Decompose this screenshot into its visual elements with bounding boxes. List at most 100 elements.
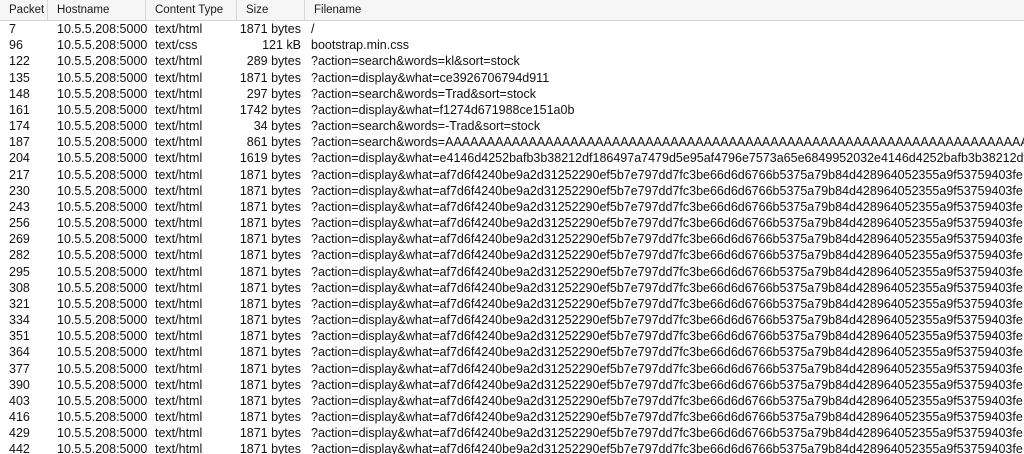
cell-filename: ?action=display&what=af7d6f4240be9a2d312…	[311, 329, 1023, 344]
cell-filename: ?action=display&what=af7d6f4240be9a2d312…	[311, 183, 1023, 198]
cell-filename: ?action=display&what=af7d6f4240be9a2d312…	[311, 361, 1023, 376]
cell-packet: 295	[9, 264, 30, 279]
column-header-size[interactable]: Size	[237, 0, 305, 20]
cell-packet: 243	[9, 199, 30, 214]
cell-packet: 230	[9, 183, 30, 198]
cell-filename: ?action=display&what=af7d6f4240be9a2d312…	[311, 313, 1023, 328]
column-header-content-type[interactable]: Content Type	[146, 0, 237, 20]
table-row[interactable]: 256 10.5.5.208:5000 text/html 1871 bytes ?ac…	[0, 215, 1024, 231]
cell-packet: 282	[9, 248, 30, 263]
table-row[interactable]: 364 10.5.5.208:5000 text/html 1871 bytes ?ac…	[0, 344, 1024, 360]
cell-content-type: text/html	[155, 183, 203, 198]
cell-content-type: text/html	[155, 216, 203, 231]
table-row[interactable]: 416 10.5.5.208:5000 text/html 1871 bytes ?ac…	[0, 409, 1024, 425]
cell-filename: ?action=display&what=af7d6f4240be9a2d312…	[311, 248, 1023, 263]
cell-packet: 416	[9, 410, 30, 425]
cell-content-type: text/html	[155, 329, 203, 344]
cell-filename: ?action=display&what=af7d6f4240be9a2d312…	[311, 280, 1023, 295]
cell-hostname: 10.5.5.208:5000	[57, 70, 148, 85]
table-row[interactable]: 161 10.5.5.208:5000 text/html 1742 bytes ?ac…	[0, 102, 1024, 118]
cell-hostname: 10.5.5.208:5000	[57, 22, 148, 36]
table-row[interactable]: 187 10.5.5.208:5000 text/html 861 bytes ?act…	[0, 134, 1024, 150]
table-row[interactable]: 390 10.5.5.208:5000 text/html 1871 bytes ?ac…	[0, 377, 1024, 393]
cell-size: 1871 bytes	[239, 216, 301, 231]
cell-size: 1871 bytes	[239, 199, 301, 214]
cell-packet: 187	[9, 135, 30, 150]
cell-filename: ?action=display&what=af7d6f4240be9a2d312…	[311, 216, 1023, 231]
cell-size: 1871 bytes	[239, 22, 301, 36]
cell-content-type: text/html	[155, 361, 203, 376]
cell-size: 1871 bytes	[239, 70, 301, 85]
table-row[interactable]: 442 10.5.5.208:5000 text/html 1871 bytes ?ac…	[0, 441, 1024, 454]
cell-size: 289 bytes	[246, 54, 301, 69]
cell-filename: ?action=display&what=ce3926706794d911	[311, 70, 550, 85]
cell-size: 1742 bytes	[239, 102, 301, 117]
cell-hostname: 10.5.5.208:5000	[57, 119, 148, 134]
cell-filename: ?action=display&what=af7d6f4240be9a2d312…	[311, 232, 1023, 247]
cell-content-type: text/html	[155, 102, 203, 117]
cell-hostname: 10.5.5.208:5000	[57, 377, 148, 392]
cell-packet: 429	[9, 426, 30, 441]
table-row[interactable]: 122 10.5.5.208:5000 text/html 289 bytes ?act…	[0, 53, 1024, 69]
cell-packet: 204	[9, 151, 30, 166]
table-row[interactable]: 243 10.5.5.208:5000 text/html 1871 bytes ?ac…	[0, 199, 1024, 215]
cell-filename: ?action=display&what=af7d6f4240be9a2d312…	[311, 199, 1023, 214]
cell-filename: ?action=display&what=af7d6f4240be9a2d312…	[311, 296, 1023, 311]
cell-size: 34 bytes	[253, 119, 301, 134]
cell-hostname: 10.5.5.208:5000	[57, 135, 148, 150]
table-row[interactable]: 174 10.5.5.208:5000 text/html 34 bytes ?acti…	[0, 118, 1024, 134]
cell-size: 1871 bytes	[239, 232, 301, 247]
table-row[interactable]: 295 10.5.5.208:5000 text/html 1871 bytes ?ac…	[0, 264, 1024, 280]
cell-hostname: 10.5.5.208:5000	[57, 410, 148, 425]
column-header-packet[interactable]: Packet	[0, 0, 48, 20]
column-header-filename[interactable]: Filename	[305, 0, 1024, 20]
cell-content-type: text/html	[155, 264, 203, 279]
table-row[interactable]: 308 10.5.5.208:5000 text/html 1871 bytes ?ac…	[0, 280, 1024, 296]
cell-content-type: text/html	[155, 151, 203, 166]
cell-size: 1871 bytes	[239, 264, 301, 279]
cell-size: 1871 bytes	[239, 442, 301, 454]
cell-content-type: text/html	[155, 410, 203, 425]
cell-size: 121 kB	[262, 38, 301, 53]
cell-packet: 122	[9, 54, 30, 69]
column-header-hostname[interactable]: Hostname	[48, 0, 146, 20]
table-row[interactable]: 204 10.5.5.208:5000 text/html 1619 bytes ?ac…	[0, 150, 1024, 166]
cell-hostname: 10.5.5.208:5000	[57, 86, 148, 101]
table-row[interactable]: 282 10.5.5.208:5000 text/html 1871 bytes ?ac…	[0, 247, 1024, 263]
table-row[interactable]: 403 10.5.5.208:5000 text/html 1871 bytes ?ac…	[0, 393, 1024, 409]
table-row[interactable]: 321 10.5.5.208:5000 text/html 1871 bytes ?ac…	[0, 296, 1024, 312]
cell-filename: ?action=display&what=af7d6f4240be9a2d312…	[311, 377, 1023, 392]
table-row[interactable]: 269 10.5.5.208:5000 text/html 1871 bytes ?ac…	[0, 231, 1024, 247]
table-row[interactable]: 230 10.5.5.208:5000 text/html 1871 bytes ?ac…	[0, 183, 1024, 199]
cell-filename: ?action=display&what=e4146d4252bafb3b382…	[311, 151, 1024, 166]
table-row[interactable]: 135 10.5.5.208:5000 text/html 1871 bytes ?ac…	[0, 70, 1024, 86]
table-row[interactable]: 7 10.5.5.208:5000 text/html 1871 bytes /	[0, 21, 1024, 37]
table-row[interactable]: 217 10.5.5.208:5000 text/html 1871 bytes ?ac…	[0, 167, 1024, 183]
table-row[interactable]: 351 10.5.5.208:5000 text/html 1871 bytes ?ac…	[0, 328, 1024, 344]
cell-size: 1871 bytes	[239, 393, 301, 408]
cell-size: 1871 bytes	[239, 183, 301, 198]
cell-filename: ?action=search&words=kl&sort=stock	[311, 54, 520, 69]
table-row[interactable]: 429 10.5.5.208:5000 text/html 1871 bytes ?ac…	[0, 425, 1024, 441]
cell-packet: 308	[9, 280, 30, 295]
cell-filename: ?action=display&what=af7d6f4240be9a2d312…	[311, 442, 1023, 454]
table-row[interactable]: 148 10.5.5.208:5000 text/html 297 bytes ?act…	[0, 86, 1024, 102]
cell-size: 1871 bytes	[239, 361, 301, 376]
cell-hostname: 10.5.5.208:5000	[57, 102, 148, 117]
cell-hostname: 10.5.5.208:5000	[57, 216, 148, 231]
cell-size: 297 bytes	[246, 86, 301, 101]
table-row[interactable]: 377 10.5.5.208:5000 text/html 1871 bytes ?ac…	[0, 361, 1024, 377]
cell-packet: 377	[9, 361, 30, 376]
table-row[interactable]: 96 10.5.5.208:5000 text/css 121 kB bootstrap…	[0, 37, 1024, 53]
cell-hostname: 10.5.5.208:5000	[57, 329, 148, 344]
cell-filename: ?action=display&what=af7d6f4240be9a2d312…	[311, 426, 1023, 441]
cell-filename: ?action=display&what=f1274d671988ce151a0…	[311, 102, 575, 117]
cell-packet: 217	[9, 167, 30, 182]
cell-hostname: 10.5.5.208:5000	[57, 183, 148, 198]
table-row[interactable]: 334 10.5.5.208:5000 text/html 1871 bytes ?ac…	[0, 312, 1024, 328]
cell-content-type: text/html	[155, 426, 203, 441]
cell-hostname: 10.5.5.208:5000	[57, 167, 148, 182]
cell-packet: 135	[9, 70, 30, 85]
cell-packet: 351	[9, 329, 30, 344]
cell-hostname: 10.5.5.208:5000	[57, 280, 148, 295]
